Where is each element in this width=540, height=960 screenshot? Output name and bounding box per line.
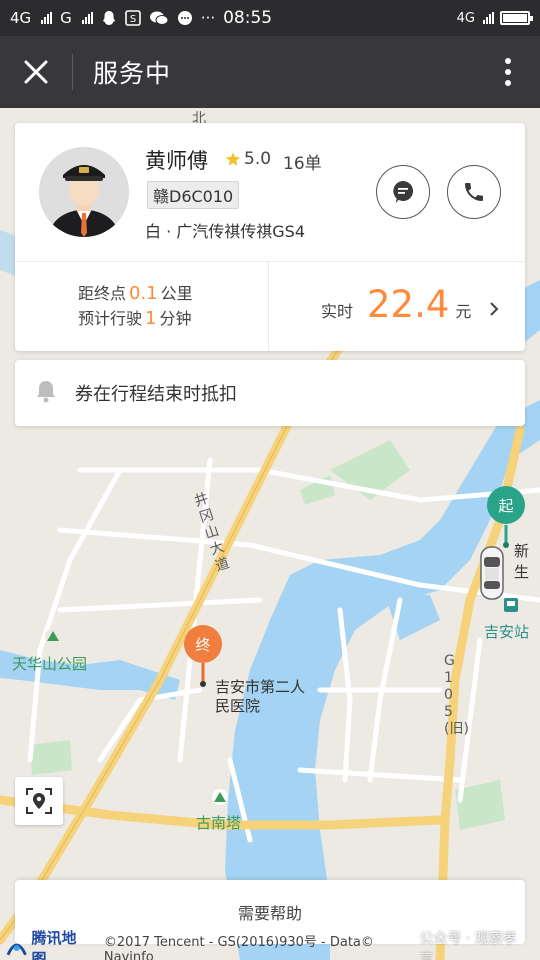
map-label-station: 吉安站 <box>484 623 530 641</box>
license-plate: 赣D6C010 <box>147 181 240 209</box>
map-label-hospital: 吉安市第二人 民医院 <box>215 678 305 716</box>
fare-label: 实时 <box>321 302 354 321</box>
signal-4g-right-label: 4G <box>456 10 475 26</box>
driver-name: 黄师傅 <box>145 149 208 173</box>
close-icon <box>24 60 48 84</box>
distance-line: 距终点 0.1 公里 <box>78 281 193 306</box>
phone-icon <box>465 183 483 201</box>
map-logo-text: 腾讯地图 <box>31 929 77 960</box>
watermark: 公众号 · 观察孝言 <box>419 931 517 960</box>
status-left: 4G G S ··· 08:55 <box>10 8 272 28</box>
signal-bars-icon <box>483 12 494 24</box>
locate-button[interactable] <box>15 777 63 825</box>
eta-unit: 分钟 <box>159 309 192 328</box>
status-time: 08:55 <box>223 8 273 28</box>
message-icon <box>177 11 192 25</box>
start-marker[interactable]: 起 <box>487 486 525 524</box>
map-label-park: 天华山公园 <box>12 655 88 673</box>
locate-icon <box>26 788 52 814</box>
signal-4g-label: 4G <box>10 9 32 27</box>
status-right: 4G <box>456 10 533 26</box>
app-bar: 服务中 <box>0 36 540 108</box>
chat-icon <box>393 180 414 203</box>
trip-info: 距终点 0.1 公里 预计行驶 1 分钟 <box>78 281 193 331</box>
battery-icon <box>500 11 533 25</box>
eta-line: 预计行驶 1 分钟 <box>78 306 193 331</box>
status-bar: 4G G S ··· 08:55 4G <box>0 0 540 36</box>
signal-bars-icon <box>81 12 93 24</box>
map-label-hospital-line2: 民医院 <box>215 697 261 715</box>
qq-icon <box>102 10 115 25</box>
driver-avatar <box>39 147 129 237</box>
more-notifications: ··· <box>200 9 216 27</box>
eta-value: 1 <box>145 308 157 329</box>
chevron-right-icon[interactable] <box>489 301 499 321</box>
map-label-xin: 新生 <box>514 542 530 581</box>
distance-unit: 公里 <box>160 284 193 303</box>
message-driver-button[interactable] <box>376 165 430 219</box>
star-icon <box>226 152 240 166</box>
card-divider-vertical <box>268 262 269 351</box>
map-footer: 腾讯地图 ©2017 Tencent - GS(2016)930号 - Data… <box>0 929 540 960</box>
card-divider <box>15 261 525 262</box>
svg-text:S: S <box>130 14 136 25</box>
distance-label: 距终点 <box>78 284 127 303</box>
driver-card: 黄师傅 5.0 16单 赣D6C010 白 · 广汽传祺传祺GS4 距终点 0.1… <box>15 123 525 351</box>
car-icon <box>479 545 505 605</box>
payment-icon: S <box>124 10 141 26</box>
map-label-g105-road: G105(旧) <box>444 653 469 737</box>
map-copyright: ©2017 Tencent - GS(2016)930号 - Data© Nav… <box>103 935 374 960</box>
page-title: 服务中 <box>93 59 172 88</box>
eta-label: 预计行驶 <box>78 309 143 328</box>
map-label-hospital-line1: 吉安市第二人 <box>215 678 306 696</box>
call-driver-button[interactable] <box>447 165 501 219</box>
coupon-notice[interactable]: 券在行程结束时抵扣 <box>15 360 525 426</box>
distance-value: 0.1 <box>129 283 158 304</box>
close-button[interactable] <box>0 36 72 108</box>
coupon-text: 券在行程结束时抵扣 <box>75 384 237 405</box>
more-vertical-icon <box>505 58 511 86</box>
more-menu-button[interactable] <box>476 36 540 108</box>
bell-icon <box>35 379 57 407</box>
fare-value: 22.4 <box>367 283 450 326</box>
wechat-icon <box>149 11 169 25</box>
rating-value: 5.0 <box>244 149 272 169</box>
fare-unit: 元 <box>455 302 472 321</box>
end-marker[interactable]: 终 <box>184 625 222 663</box>
signal-bars-icon <box>41 12 53 24</box>
driver-rating: 5.0 <box>225 149 271 169</box>
car-model: 白 · 广汽传祺传祺GS4 <box>145 222 305 241</box>
tencent-map-logo-icon <box>6 943 27 956</box>
map-label-tower: 古南塔 <box>196 814 242 832</box>
fare-button[interactable]: 实时 22.4 元 <box>321 283 471 326</box>
app-bar-divider <box>72 54 73 90</box>
signal-g-label: G <box>60 9 72 27</box>
driver-order-count: 16单 <box>283 154 322 174</box>
